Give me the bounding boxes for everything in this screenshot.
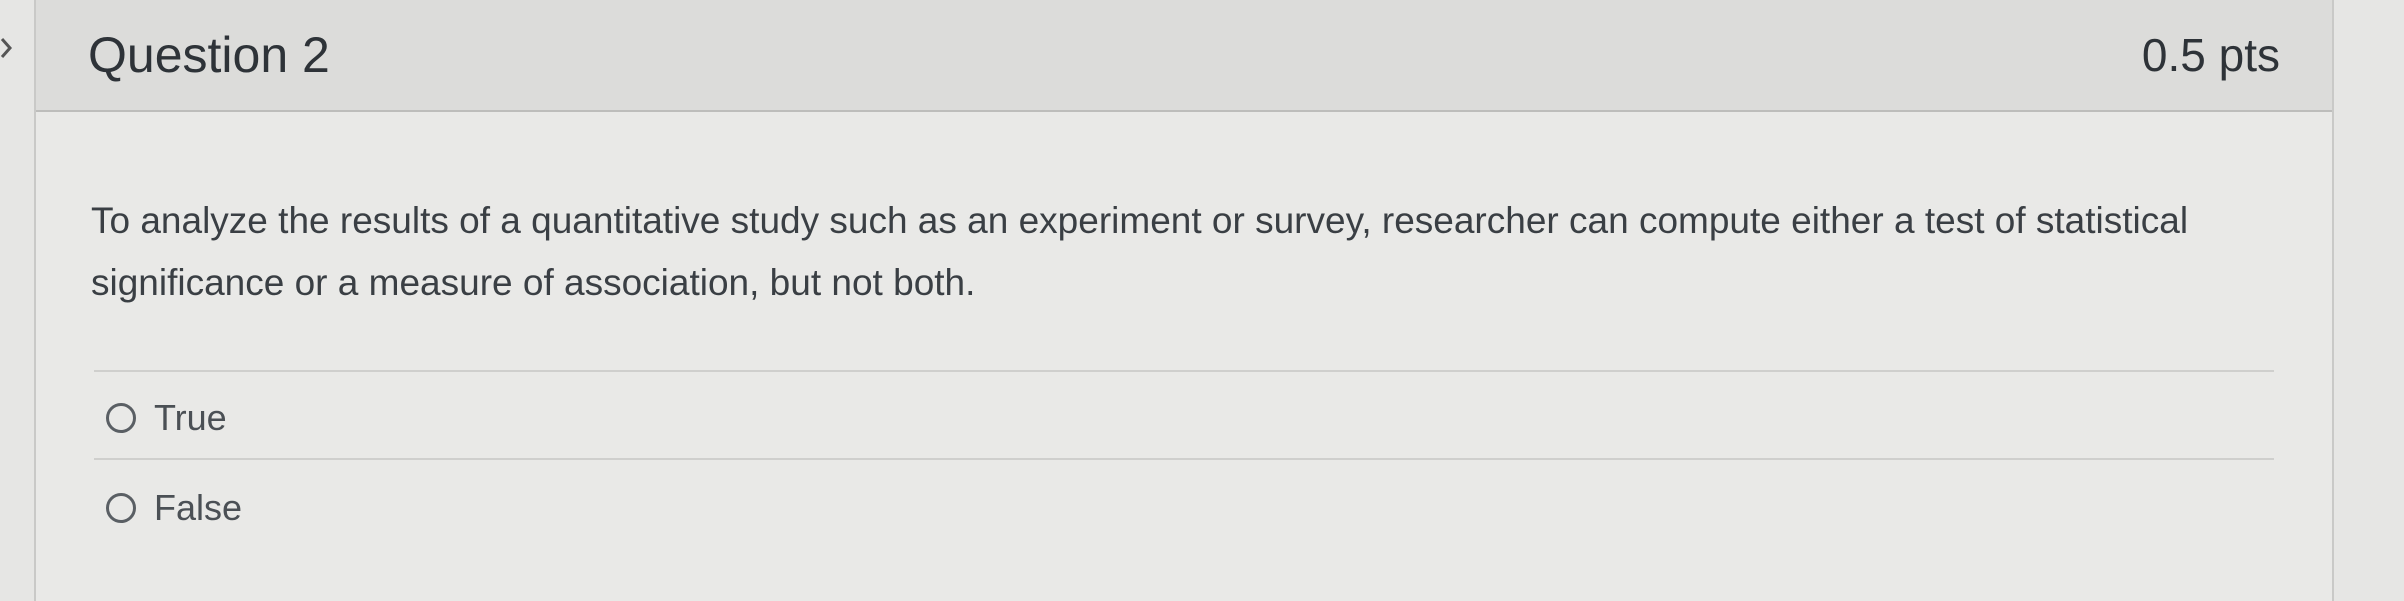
answer-option-true[interactable]: True: [106, 388, 227, 448]
divider: [94, 458, 2274, 460]
divider: [94, 370, 2274, 372]
question-body: To analyze the results of a quantitative…: [36, 112, 2332, 601]
quiz-page: Question 2 0.5 pts To analyze the result…: [0, 0, 2404, 601]
chevron-right-icon[interactable]: [0, 36, 14, 60]
question-text: To analyze the results of a quantitative…: [91, 200, 2189, 303]
answer-label-false: False: [154, 487, 243, 528]
radio-button-true[interactable]: [106, 403, 136, 433]
question-title: Question 2: [88, 27, 330, 83]
question-header: Question 2 0.5 pts: [36, 0, 2332, 112]
question-card: Question 2 0.5 pts To analyze the result…: [34, 0, 2334, 601]
radio-button-false[interactable]: [106, 493, 136, 523]
answer-option-false[interactable]: False: [106, 478, 242, 538]
answer-label-true: True: [154, 397, 227, 438]
question-points: 0.5 pts: [2141, 29, 2280, 81]
